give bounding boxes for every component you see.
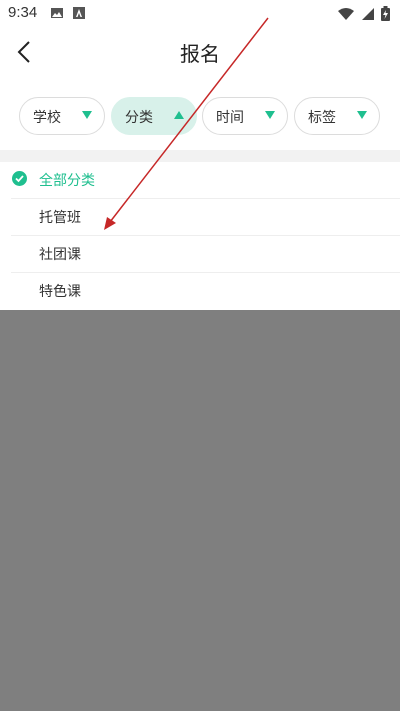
battery-icon (381, 6, 390, 21)
page-title: 报名 (180, 42, 220, 66)
wifi-icon (338, 7, 354, 20)
category-item-label: 特色课 (39, 284, 81, 300)
divider (0, 150, 400, 162)
caret-down-icon (82, 111, 92, 119)
filter-time-label: 时间 (216, 110, 244, 126)
status-left-icons (50, 6, 86, 20)
check-circle-icon (12, 171, 27, 186)
category-item-label: 全部分类 (39, 173, 95, 189)
caret-down-icon (265, 111, 275, 119)
app-bar: 报名 (0, 28, 400, 78)
filter-tag-label: 标签 (308, 110, 336, 126)
category-item-label: 社团课 (39, 247, 81, 263)
filter-school-label: 学校 (33, 110, 61, 126)
status-right-icons (337, 6, 390, 21)
caret-up-icon (174, 111, 184, 119)
filter-bar: 学校 分类 时间 标签 (0, 78, 400, 150)
filter-school-chip[interactable]: 学校 (19, 97, 105, 135)
category-item-label: 托管班 (39, 210, 81, 226)
filter-category-chip[interactable]: 分类 (111, 97, 197, 135)
caret-down-icon (357, 111, 367, 119)
a-icon (73, 7, 85, 19)
category-item-special[interactable]: 特色课 (11, 273, 400, 310)
filter-category-label: 分类 (125, 110, 153, 126)
status-bar: 9:34 (0, 0, 400, 28)
image-icon (51, 8, 63, 18)
category-item-all[interactable]: 全部分类 (11, 162, 400, 199)
filter-time-chip[interactable]: 时间 (202, 97, 288, 135)
filter-tag-chip[interactable]: 标签 (294, 97, 380, 135)
category-dropdown-list: 全部分类 托管班 社团课 特色课 (0, 162, 400, 310)
signal-icon (362, 7, 374, 20)
status-time: 9:34 (8, 4, 38, 21)
category-item-club[interactable]: 社团课 (11, 236, 400, 273)
category-item-daycare[interactable]: 托管班 (11, 199, 400, 236)
